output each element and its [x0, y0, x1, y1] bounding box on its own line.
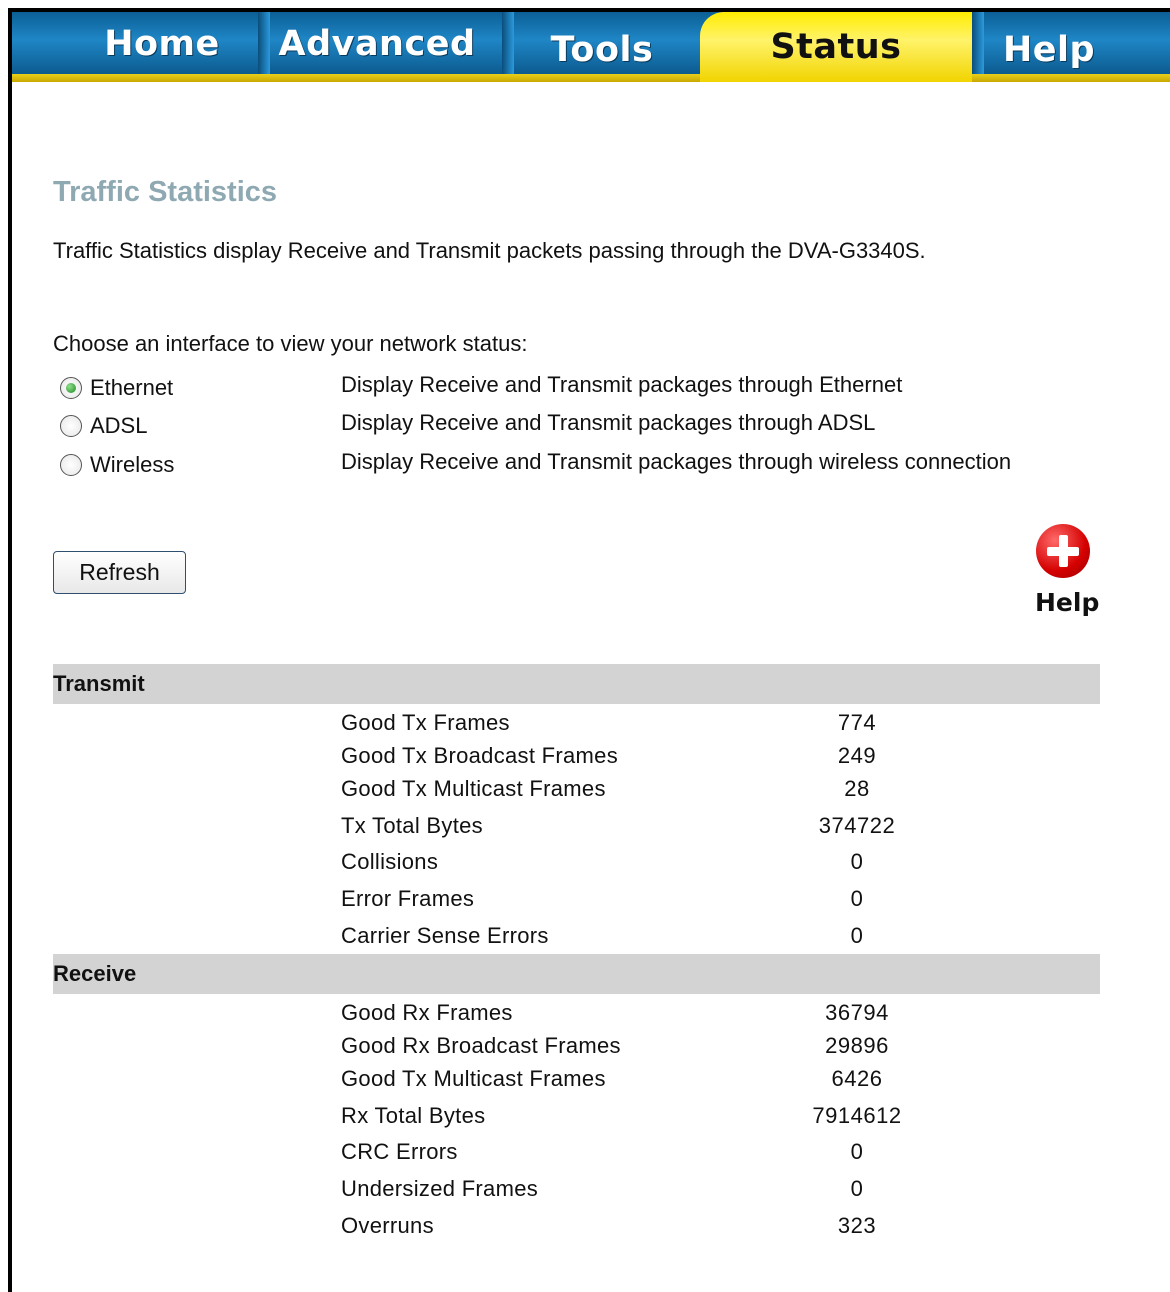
receive-row-label: CRC Errors [341, 1139, 458, 1164]
receive-row-value: 0 [850, 1139, 864, 1164]
help-label: Help [1035, 588, 1100, 617]
receive-row-value: 36794 [825, 1000, 889, 1025]
radio-ethernet[interactable]: Ethernet [60, 373, 173, 403]
receive-row-label: Undersized Frames [341, 1176, 539, 1201]
receive-row-value: 6426 [831, 1066, 883, 1091]
receive-row-value: 0 [850, 1176, 864, 1201]
radio-adsl-label: ADSL [90, 413, 148, 438]
receive-row-label: Good Tx Multicast Frames [341, 1066, 606, 1091]
receive-row-label: Rx Total Bytes [341, 1103, 486, 1128]
plus-circle-icon [1036, 524, 1090, 578]
tab-home[interactable]: Home [62, 14, 262, 74]
receive-row-label: Good Rx Broadcast Frames [341, 1033, 621, 1058]
receive-row-value: 29896 [825, 1033, 889, 1058]
radio-ethernet-label: Ethernet [90, 375, 174, 400]
receive-header: Receive [53, 954, 1100, 994]
radio-adsl-button[interactable] [60, 415, 82, 437]
receive-row-value: 7914612 [812, 1103, 902, 1128]
transmit-row-label: Collisions [341, 849, 439, 874]
page-title: Traffic Statistics [53, 176, 278, 208]
radio-wireless-button[interactable] [60, 454, 82, 476]
transmit-row-value: 0 [850, 849, 864, 874]
transmit-row-label: Tx Total Bytes [341, 813, 483, 838]
transmit-row-value: 374722 [818, 813, 896, 838]
tab-tools[interactable]: Tools [512, 20, 692, 80]
radio-adsl[interactable]: ADSL [60, 411, 147, 441]
refresh-button[interactable]: Refresh [53, 551, 186, 594]
transmit-row-value: 0 [850, 886, 864, 911]
ethernet-description: Display Receive and Transmit packages th… [341, 372, 903, 397]
interface-prompt: Choose an interface to view your network… [53, 331, 528, 356]
transmit-row-value: 774 [837, 710, 877, 735]
transmit-row-label: Good Tx Multicast Frames [341, 776, 606, 801]
receive-row-label: Good Rx Frames [341, 1000, 513, 1025]
help-button[interactable]: Help [1030, 520, 1100, 620]
radio-ethernet-button[interactable] [60, 377, 82, 399]
wireless-description: Display Receive and Transmit packages th… [341, 449, 1012, 474]
transmit-row-value: 28 [844, 776, 870, 801]
tab-separator [972, 12, 984, 74]
transmit-header: Transmit [53, 664, 1100, 704]
transmit-row-label: Good Tx Broadcast Frames [341, 743, 619, 768]
top-nav: Home Advanced Tools Status Help [12, 12, 1170, 82]
tab-status[interactable]: Status [700, 12, 972, 82]
tab-advanced[interactable]: Advanced [267, 14, 487, 74]
receive-row-value: 323 [837, 1213, 877, 1238]
transmit-row-label: Good Tx Frames [341, 710, 510, 735]
radio-wireless-label: Wireless [90, 452, 175, 477]
transmit-row-value: 0 [850, 923, 864, 948]
tab-help[interactable]: Help [984, 20, 1114, 80]
transmit-row-value: 249 [837, 743, 877, 768]
page-description: Traffic Statistics display Receive and T… [53, 238, 926, 263]
receive-row-label: Overruns [341, 1213, 434, 1238]
radio-wireless[interactable]: Wireless [60, 450, 174, 480]
adsl-description: Display Receive and Transmit packages th… [341, 410, 876, 435]
transmit-row-label: Carrier Sense Errors [341, 923, 549, 948]
transmit-row-label: Error Frames [341, 886, 475, 911]
